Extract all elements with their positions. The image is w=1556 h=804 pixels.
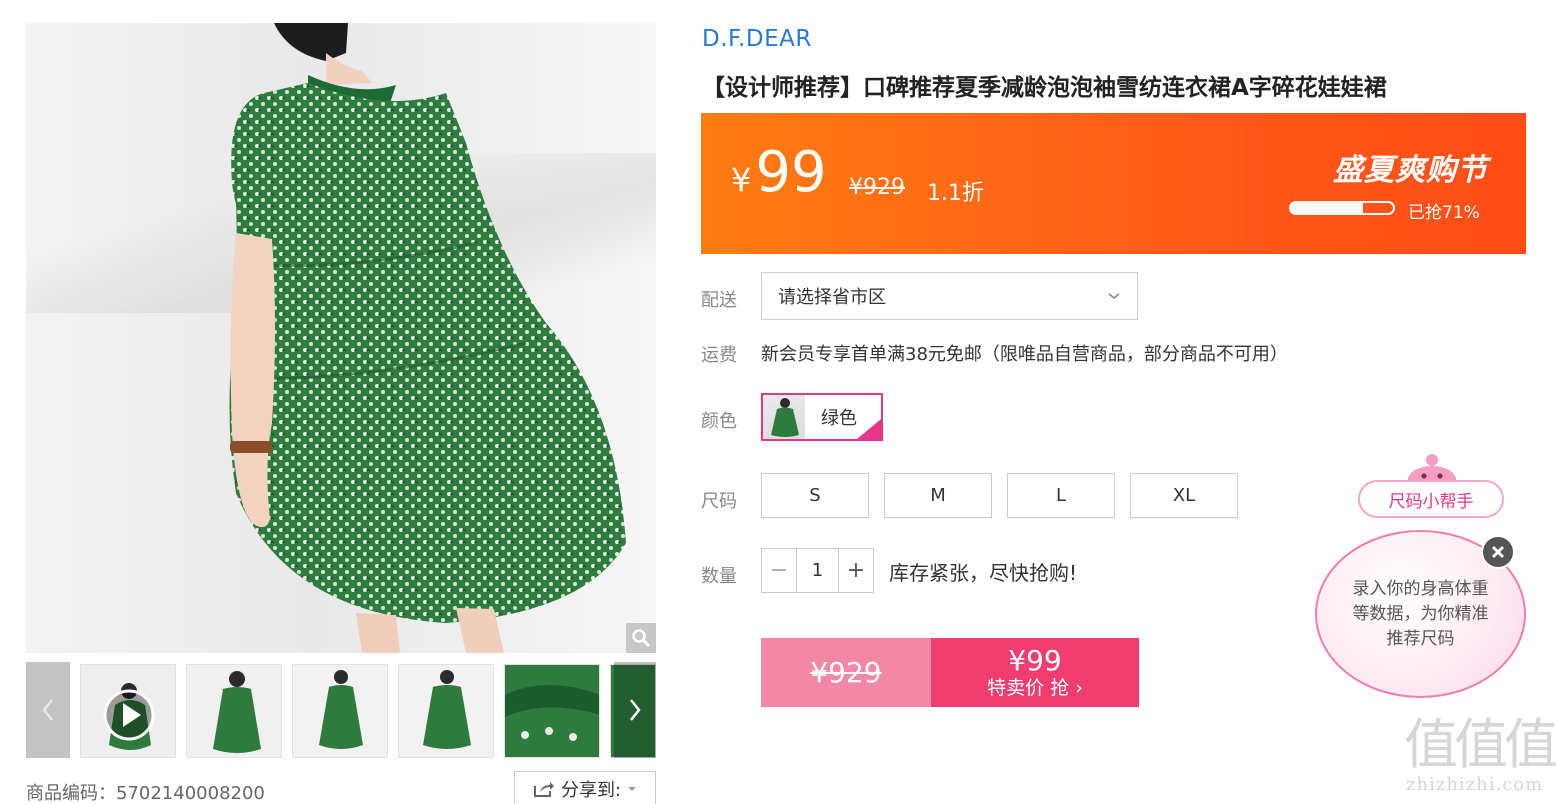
quantity-label: 数量 <box>701 566 737 587</box>
region-select-value: 请选择省市区 <box>778 287 886 308</box>
sold-progress-fill <box>1291 203 1364 213</box>
thumb-prev-button[interactable] <box>26 662 70 758</box>
thumbnail-image <box>81 665 175 757</box>
magnifier-icon <box>632 629 651 648</box>
stock-note: 库存紧张，尽快抢购! <box>889 561 1078 585</box>
thumbnail-image <box>505 665 599 757</box>
size-helper-button[interactable]: 尺码小帮手 <box>1358 480 1504 518</box>
color-swatch-image <box>771 398 799 437</box>
color-option-green[interactable]: 绿色 <box>761 393 883 441</box>
thumbnail-strip <box>26 662 656 758</box>
chevron-left-icon <box>42 699 53 721</box>
main-product-image[interactable] <box>26 23 656 653</box>
size-option-s[interactable]: S <box>761 473 869 518</box>
thumbnail-4[interactable] <box>398 664 494 758</box>
thumbnail-image <box>293 665 387 757</box>
selected-check-icon <box>857 419 881 439</box>
size-option-l[interactable]: L <box>1007 473 1115 518</box>
current-price: ¥ 99 <box>731 145 827 201</box>
quantity-increase-button[interactable]: + <box>839 549 873 592</box>
watermark-logo: 值值值 <box>1404 713 1556 776</box>
thumbnail-video[interactable] <box>80 664 176 758</box>
bubble-close-button[interactable] <box>1481 535 1515 569</box>
watermark-url: zhizhizhi.com <box>1406 774 1544 795</box>
buy-cta-label: 特卖价 抢 › <box>987 676 1083 699</box>
watermark: 值值值 zhizhizhi.com <box>1404 713 1556 796</box>
thumbnail-5[interactable] <box>504 664 600 758</box>
thumbnail-image <box>187 665 281 757</box>
color-thumbnail <box>763 395 805 439</box>
chevron-right-icon <box>630 699 641 721</box>
sold-progress-bar <box>1289 201 1395 215</box>
size-option-xl[interactable]: XL <box>1130 473 1238 518</box>
buy-price: ¥99 <box>1008 643 1062 677</box>
quantity-decrease-button[interactable]: − <box>762 549 796 592</box>
delivery-label: 配送 <box>701 290 737 311</box>
buy-button[interactable]: ¥929 ¥99 特卖价 抢 › <box>761 638 1139 707</box>
zoom-button[interactable] <box>626 623 656 653</box>
thumbnail-2[interactable] <box>186 664 282 758</box>
thumb-next-button[interactable] <box>614 662 656 758</box>
shipping-info: 新会员专享首单满38元免邮（限唯品自营商品，部分商品不可用） <box>761 344 1288 365</box>
product-title: 【设计师推荐】口碑推荐夏季减龄泡泡袖雪纺连衣裙A字碎花娃娃裙 <box>702 75 1387 101</box>
product-code: 商品编码：5702140008200 <box>26 783 265 804</box>
close-icon <box>1491 545 1505 559</box>
buy-action[interactable]: ¥99 特卖价 抢 › <box>931 638 1139 707</box>
currency-symbol: ¥ <box>731 161 752 199</box>
discount-rate: 1.1折 <box>927 181 984 206</box>
thumbnail-3[interactable] <box>292 664 388 758</box>
chevron-down-icon <box>1108 293 1120 300</box>
thumbnail-image <box>399 665 493 757</box>
caret-down-icon <box>628 787 637 791</box>
share-dropdown[interactable]: 分享到: <box>514 771 656 804</box>
sold-label: 已抢71% <box>1408 203 1480 223</box>
share-label: 分享到: <box>560 780 622 801</box>
buy-original-price: ¥929 <box>761 638 931 707</box>
brand-link[interactable]: D.F.DEAR <box>702 26 812 52</box>
region-select[interactable]: 请选择省市区 <box>761 272 1138 320</box>
size-label: 尺码 <box>701 491 737 512</box>
quantity-stepper: − 1 + <box>761 548 874 593</box>
original-price: ¥929 <box>849 175 905 200</box>
color-label: 颜色 <box>701 411 737 432</box>
size-option-m[interactable]: M <box>884 473 992 518</box>
price-value: 99 <box>755 140 827 205</box>
size-helper-text: 录入你的身高体重等数据，为你精准推荐尺码 <box>1352 578 1489 649</box>
quantity-input[interactable]: 1 <box>796 549 839 592</box>
color-option-label: 绿色 <box>821 408 857 429</box>
shipping-label: 运费 <box>701 345 737 366</box>
event-title: 盛夏爽购节 <box>1333 153 1488 188</box>
share-icon <box>533 782 554 797</box>
price-banner: ¥ 99 ¥929 1.1折 盛夏爽购节 已抢71% <box>701 113 1526 254</box>
dress-model-illustration <box>229 23 626 653</box>
